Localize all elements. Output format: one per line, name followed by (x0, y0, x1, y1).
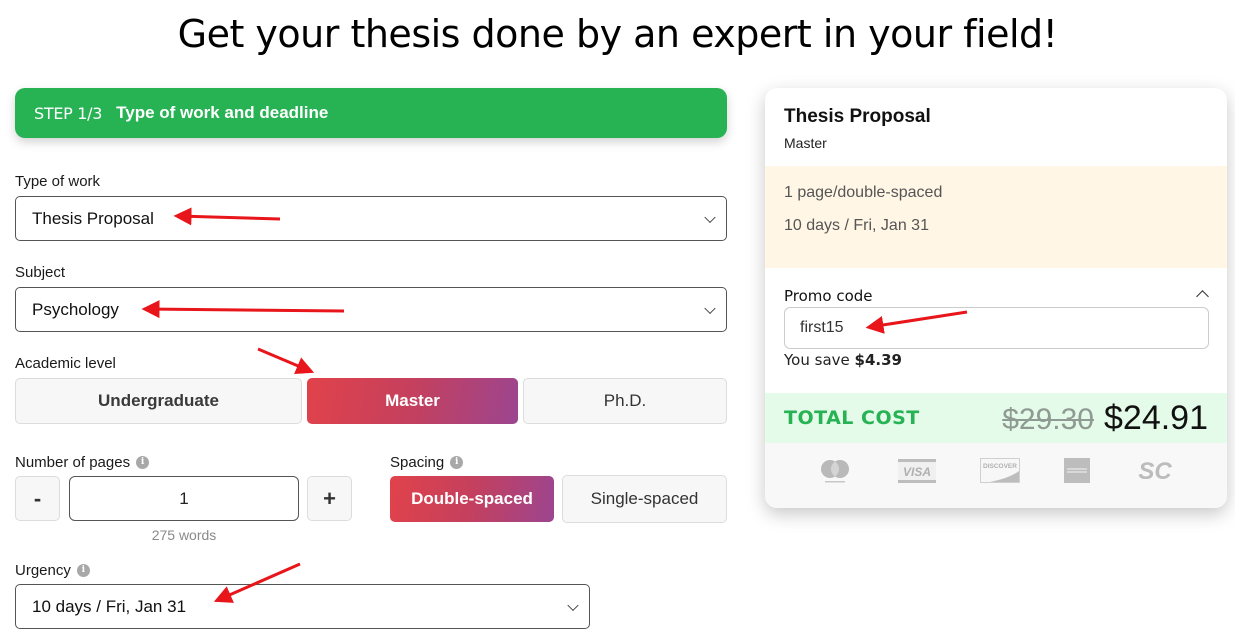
increase-pages-button[interactable]: + (307, 476, 352, 521)
type-of-work-select[interactable]: Thesis Proposal (15, 196, 727, 241)
step-number: STEP 1/3 (34, 103, 103, 123)
payment-methods: VISA DISCOVER SC (765, 443, 1227, 508)
svg-text:DISCOVER: DISCOVER (983, 463, 1017, 470)
total-prices: $29.30 $24.91 (1002, 399, 1208, 438)
urgency-label-text: Urgency (15, 562, 71, 579)
academic-level-label-text: Academic level (15, 355, 116, 372)
words-count: 275 words (151, 527, 217, 543)
urgency-select[interactable]: 10 days / Fri, Jan 31 (15, 584, 590, 629)
level-master-button[interactable]: Master (307, 378, 518, 424)
urgency-label: Urgency i (15, 562, 90, 579)
promo-code-input[interactable] (784, 307, 1209, 349)
subject-label: Subject (15, 264, 65, 281)
promo-savings: You save $4.39 (784, 351, 902, 369)
spacing-single-button[interactable]: Single-spaced (562, 475, 727, 523)
summary-level: Master (784, 135, 827, 151)
chevron-up-icon[interactable] (1196, 290, 1209, 303)
summary-details: 1 page/double-spaced 10 days / Fri, Jan … (765, 166, 1227, 268)
subject-value: Psychology (32, 299, 119, 319)
info-icon[interactable]: i (450, 456, 464, 469)
step-title: Type of work and deadline (116, 103, 329, 122)
level-phd-button[interactable]: Ph.D. (523, 378, 727, 424)
svg-text:VISA: VISA (903, 465, 931, 479)
amex-icon (1064, 457, 1091, 484)
savings-amount: $4.39 (854, 351, 902, 369)
promo-code-label: Promo code (784, 287, 873, 305)
summary-pages: 1 page/double-spaced (784, 184, 943, 201)
info-icon[interactable]: i (136, 456, 150, 469)
type-of-work-value: Thesis Proposal (32, 208, 154, 228)
spacing-double-button[interactable]: Double-spaced (390, 476, 554, 522)
step-banner: STEP 1/3 Type of work and deadline (15, 88, 727, 138)
visa-icon: VISA (897, 458, 936, 484)
type-of-work-label-text: Type of work (15, 173, 101, 190)
pages-label: Number of pages i (15, 454, 150, 471)
discover-icon: DISCOVER (979, 457, 1020, 484)
page-headline: Get your thesis done by an expert in you… (177, 12, 1058, 56)
info-icon[interactable]: i (76, 564, 90, 577)
savings-prefix: You save (784, 351, 850, 369)
chevron-down-icon (704, 211, 716, 223)
academic-level-label: Academic level (15, 355, 116, 372)
type-of-work-label: Type of work (15, 173, 100, 190)
pages-label-text: Number of pages (15, 454, 131, 471)
summary-title: Thesis Proposal (784, 106, 931, 127)
total-cost-row: TOTAL COST $29.30 $24.91 (765, 393, 1227, 443)
subject-select[interactable]: Psychology (15, 287, 727, 332)
pages-input[interactable] (69, 476, 299, 521)
summary-deadline: 10 days / Fri, Jan 31 (784, 217, 929, 234)
decrease-pages-button[interactable]: - (15, 476, 60, 521)
level-undergraduate-button[interactable]: Undergraduate (15, 378, 302, 424)
chevron-down-icon (704, 302, 716, 314)
order-summary-card: Thesis Proposal Master 1 page/double-spa… (765, 88, 1227, 508)
svg-text:SC: SC (1138, 458, 1172, 484)
total-cost-label: TOTAL COST (784, 407, 920, 429)
arrow-master (257, 347, 315, 375)
discounted-price: $24.91 (1104, 398, 1208, 437)
chevron-down-icon (567, 599, 579, 611)
urgency-value: 10 days / Fri, Jan 31 (32, 596, 187, 616)
original-price: $29.30 (1002, 402, 1094, 436)
mastercard-icon (817, 458, 853, 484)
spacing-label-text: Spacing (390, 454, 445, 471)
subject-label-text: Subject (15, 264, 66, 281)
sc-icon: SC (1135, 458, 1175, 484)
spacing-label: Spacing i (390, 454, 464, 471)
